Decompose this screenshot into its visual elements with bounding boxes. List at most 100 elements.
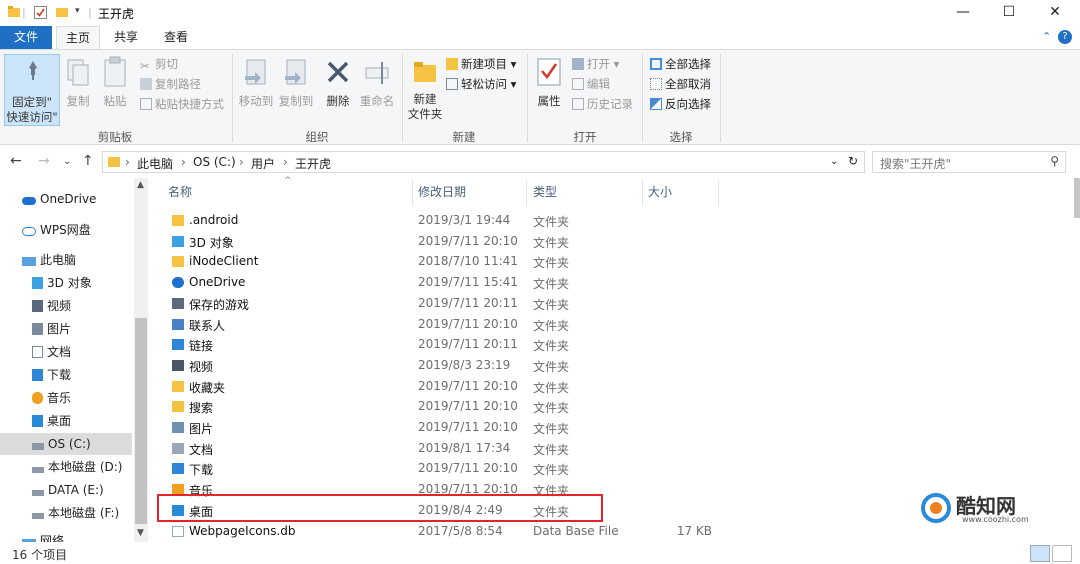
cloud-outline-icon	[22, 227, 36, 236]
nav-item-3d-objects[interactable]: 3D 对象	[0, 272, 132, 294]
table-row[interactable]: 收藏夹 2019/7/11 20:10 文件夹	[152, 377, 772, 397]
new-item-button[interactable]: 新建项目 ▾	[446, 55, 516, 73]
file-date: 2017/5/8 8:54	[418, 523, 503, 538]
large-icons-view-icon[interactable]	[1052, 545, 1072, 562]
column-header-date[interactable]: 修改日期	[418, 183, 466, 200]
breadcrumb-os-c[interactable]: OS (C:)	[193, 155, 236, 169]
breadcrumb-current[interactable]: 王开虎	[295, 155, 331, 172]
close-button[interactable]: ✕	[1032, 0, 1078, 26]
copy-path-button[interactable]: 复制路径	[140, 75, 201, 93]
table-row[interactable]: 保存的游戏 2019/7/11 20:11 文件夹	[152, 294, 772, 314]
nav-item-music[interactable]: 音乐	[0, 387, 132, 409]
title-bar: | ▾ | 王开虎 — ☐ ✕	[0, 0, 1080, 26]
properties-button[interactable]: 属性	[532, 54, 566, 126]
nav-item-documents[interactable]: 文档	[0, 341, 132, 363]
select-all-button[interactable]: 全部选择	[650, 55, 711, 73]
address-box[interactable]: › 此电脑 › OS (C:) › 用户 › 王开虎 ⌄ ↻	[102, 151, 865, 173]
file-date: 2019/7/11 20:10	[418, 316, 518, 331]
table-row[interactable]: 联系人 2019/7/11 20:10 文件夹	[152, 315, 772, 335]
customize-quick-access-icon[interactable]: ▾	[75, 6, 80, 16]
nav-item-pictures[interactable]: 图片	[0, 318, 132, 340]
table-row[interactable]: WebpageIcons.db 2017/5/8 8:54 Data Base Fi…	[152, 522, 772, 542]
properties-quick-icon[interactable]	[34, 6, 47, 22]
column-header-size[interactable]: 大小	[648, 183, 672, 200]
contacts-icon	[172, 318, 184, 330]
table-row[interactable]: 搜索 2019/7/11 20:10 文件夹	[152, 397, 772, 417]
back-arrow-icon[interactable]: ←	[10, 153, 22, 169]
table-row[interactable]: 链接 2019/7/11 20:11 文件夹	[152, 335, 772, 355]
column-header-name[interactable]: 名称	[168, 183, 192, 200]
open-button[interactable]: 打开 ▾	[572, 55, 619, 73]
new-folder-quick-icon[interactable]	[56, 6, 68, 21]
desktop-icon	[32, 415, 43, 427]
minimize-button[interactable]: —	[940, 0, 986, 26]
file-name: WebpageIcons.db	[189, 523, 296, 538]
tab-file[interactable]: 文件	[0, 26, 52, 49]
table-row[interactable]: 下载 2019/7/11 20:10 文件夹	[152, 459, 772, 479]
tab-share[interactable]: 共享	[104, 26, 148, 49]
copy-button[interactable]: 复制	[62, 54, 94, 126]
rename-button[interactable]: 重命名	[356, 54, 398, 126]
table-row[interactable]: .android 2019/3/1 19:44 文件夹	[152, 211, 772, 231]
drive-icon	[32, 513, 44, 519]
scroll-up-arrow-icon[interactable]: ▲	[137, 180, 144, 190]
paste-shortcut-button[interactable]: 粘贴快捷方式	[140, 95, 224, 113]
forward-arrow-icon[interactable]: →	[38, 153, 50, 169]
pin-quick-access-button[interactable]: 固定到" 快速访问"	[4, 54, 60, 126]
recent-locations-chevron-icon[interactable]: ⌄	[63, 156, 71, 167]
file-name: .android	[189, 213, 239, 227]
file-type: 文件夹	[533, 422, 570, 436]
navigation-pane: OneDrive WPS网盘 此电脑 3D 对象 视频 图片 文档 下载 音乐 …	[0, 178, 150, 542]
scroll-down-arrow-icon[interactable]: ▼	[137, 528, 144, 538]
select-none-button[interactable]: 全部取消	[650, 75, 711, 93]
nav-item-os-c[interactable]: OS (C:)	[0, 433, 132, 455]
file-type: 文件夹	[533, 277, 570, 292]
nav-item-wps[interactable]: WPS网盘	[0, 219, 132, 241]
nav-item-drive-d[interactable]: 本地磁盘 (D:)	[0, 456, 132, 478]
cut-button[interactable]: ✂ 剪切	[140, 55, 178, 73]
up-arrow-icon[interactable]: ↑	[82, 153, 94, 169]
table-row[interactable]: iNodeClient 2018/7/10 11:41 文件夹	[152, 252, 772, 272]
copy-path-icon	[140, 78, 152, 90]
nav-item-drive-f[interactable]: 本地磁盘 (F:)	[0, 502, 132, 524]
file-list-scrollbar[interactable]	[1074, 178, 1080, 218]
maximize-button[interactable]: ☐	[986, 0, 1032, 26]
move-to-button[interactable]: 移动到	[236, 54, 276, 126]
address-dropdown-icon[interactable]: ⌄	[830, 156, 838, 167]
column-header-type[interactable]: 类型	[533, 183, 557, 200]
new-folder-button[interactable]: 新建 文件夹	[405, 54, 445, 126]
easy-access-button[interactable]: 轻松访问 ▾	[446, 75, 516, 93]
nav-item-network[interactable]: 网络	[0, 530, 132, 542]
history-icon	[572, 98, 584, 110]
search-input[interactable]: 搜索"王开虎" ⚲	[872, 151, 1066, 173]
refresh-icon[interactable]: ↻	[848, 154, 858, 168]
nav-item-downloads[interactable]: 下载	[0, 364, 132, 386]
history-button[interactable]: 历史记录	[572, 95, 633, 113]
help-icon[interactable]: ?	[1058, 30, 1072, 44]
tab-home[interactable]: 主页	[56, 26, 100, 49]
table-row[interactable]: 图片 2019/7/11 20:10 文件夹	[152, 418, 772, 438]
nav-item-videos[interactable]: 视频	[0, 295, 132, 317]
invert-selection-button[interactable]: 反向选择	[650, 95, 711, 113]
edit-button[interactable]: 编辑	[572, 75, 610, 93]
nav-item-desktop[interactable]: 桌面	[0, 410, 132, 432]
nav-scrollbar-thumb[interactable]	[135, 318, 147, 524]
breadcrumb-users[interactable]: 用户	[251, 155, 275, 172]
collapse-ribbon-icon[interactable]: ⌃	[1042, 30, 1051, 43]
nav-item-drive-e[interactable]: DATA (E:)	[0, 479, 132, 501]
table-row[interactable]: 文档 2019/8/1 17:34 文件夹	[152, 439, 772, 459]
nav-item-this-pc[interactable]: 此电脑	[0, 249, 132, 271]
tab-view[interactable]: 查看	[154, 26, 198, 49]
delete-button[interactable]: 删除	[322, 54, 354, 126]
breadcrumb-this-pc[interactable]: 此电脑	[137, 155, 173, 172]
paste-button[interactable]: 粘贴	[98, 54, 132, 126]
nav-item-onedrive[interactable]: OneDrive	[0, 188, 132, 210]
table-row[interactable]: 3D 对象 2019/7/11 20:10 文件夹	[152, 232, 772, 252]
file-date: 2019/3/1 19:44	[418, 213, 511, 227]
table-row[interactable]: 视频 2019/8/3 23:19 文件夹	[152, 356, 772, 376]
table-row[interactable]: OneDrive 2019/7/11 15:41 文件夹	[152, 273, 772, 293]
favorites-icon	[172, 380, 184, 392]
paste-shortcut-icon	[140, 98, 152, 110]
copy-to-button[interactable]: 复制到	[276, 54, 316, 126]
details-view-icon[interactable]	[1030, 545, 1050, 562]
